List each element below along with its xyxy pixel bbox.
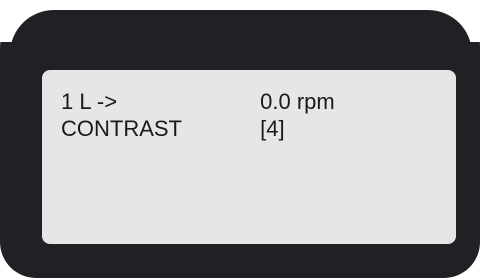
display-row-speed: 1 L -> 0.0 rpm — [61, 89, 335, 115]
device-bezel-top — [10, 10, 472, 70]
display-row-contrast: CONTRAST [4] — [61, 116, 285, 142]
row-label: CONTRAST — [61, 116, 182, 141]
row-label: 1 L -> — [61, 89, 118, 114]
lcd-screen: 1 L -> 0.0 rpm CONTRAST [4] — [42, 70, 456, 244]
row-value: [4] — [260, 116, 285, 141]
row-value: 0.0 rpm — [260, 89, 335, 114]
